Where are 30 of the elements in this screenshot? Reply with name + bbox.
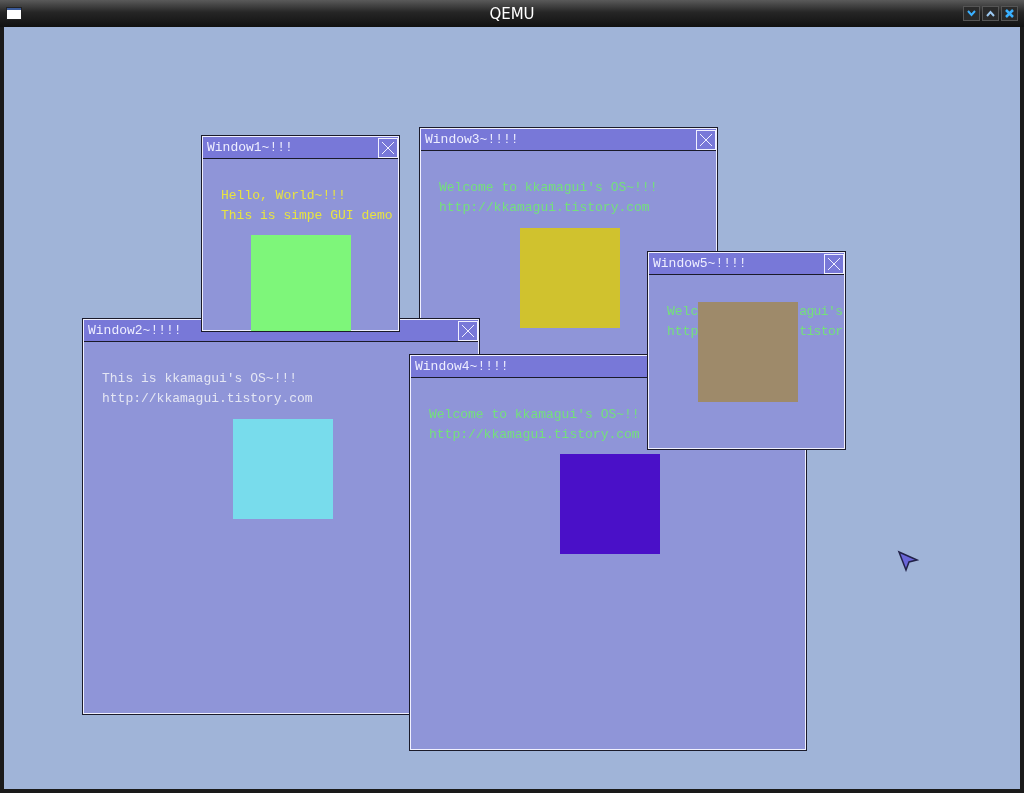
window-text: Welcome to kkamagui's OS~!! [429, 406, 640, 422]
window-text: http [667, 323, 699, 339]
close-button[interactable] [1001, 6, 1018, 21]
minimize-button[interactable] [963, 6, 980, 21]
chevron-up-icon [986, 10, 995, 17]
window-text: Hello, World~!!! [221, 187, 346, 203]
window-title: Window5~!!!! [652, 256, 747, 271]
window-text: Welc [667, 303, 699, 319]
window-text: agui's [799, 303, 843, 319]
window-text: http://kkamagui.tistory.com [102, 390, 313, 406]
window-title: QEMU [488, 4, 536, 23]
window-title: Window3~!!!! [424, 132, 519, 147]
close-icon[interactable] [824, 253, 844, 274]
close-icon[interactable] [696, 129, 716, 150]
window-text: http://kkamagui.tistory.com [429, 426, 640, 442]
window-text: Welcome to kkamagui's OS~!!! [439, 179, 658, 195]
window-title: Window2~!!!! [87, 323, 182, 338]
window-text: http://kkamagui.tistory.com [439, 199, 650, 215]
window-title: Window4~!!!! [414, 359, 509, 374]
window-text: This is simpe GUI demo [221, 207, 393, 223]
maximize-button[interactable] [982, 6, 999, 21]
mouse-cursor-icon [897, 550, 919, 572]
window-icon [6, 7, 22, 20]
window-text: tistor [799, 323, 843, 339]
close-icon[interactable] [458, 320, 478, 341]
window-text: This is kkamagui's OS~!!! [102, 370, 298, 386]
window-title: Window1~!!! [206, 140, 293, 155]
close-icon[interactable] [378, 137, 398, 158]
close-icon [1005, 9, 1014, 18]
chevron-down-icon [967, 10, 976, 17]
